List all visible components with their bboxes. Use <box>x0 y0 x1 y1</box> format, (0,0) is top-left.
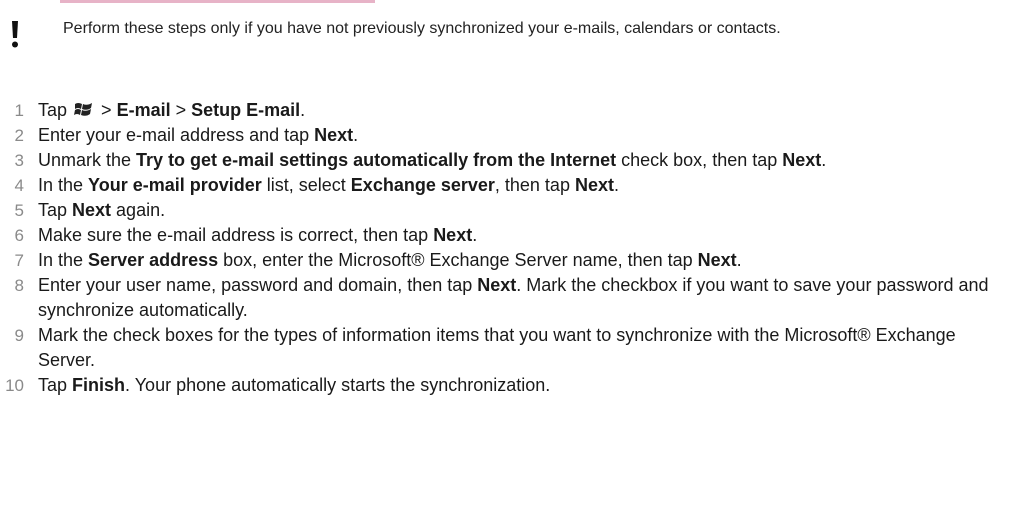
step-text-run: In the <box>38 250 89 270</box>
step-number: 1 <box>14 101 24 120</box>
step-item: 2 Enter your e-mail address and tap Next. <box>0 123 998 148</box>
step-text: Enter your user name, password and domai… <box>38 275 989 320</box>
step-number: 7 <box>14 251 24 270</box>
steps-list: 1 Tap > E-mail > Setup E-mail. 2 Enter your… <box>0 98 1035 398</box>
step-number: 9 <box>14 326 24 345</box>
step-text-run: Mark the check boxes for the types of in… <box>38 325 956 370</box>
step-text-run: . <box>821 150 827 170</box>
step-item: 5 Tap Next again. <box>0 198 998 223</box>
step-text-run: . <box>736 250 742 270</box>
step-number: 3 <box>14 151 24 170</box>
step-text: Make sure the e-mail address is correct,… <box>38 225 477 245</box>
step-bold-term: Try to get e-mail settings automatically… <box>136 150 617 170</box>
step-item: 4 In the Your e-mail provider list, selec… <box>0 173 998 198</box>
step-number: 6 <box>14 226 24 245</box>
step-bold-term: Next <box>314 125 354 145</box>
windows-start-icon <box>74 103 93 116</box>
step-text-run: . Your phone automatically starts the sy… <box>125 375 551 395</box>
step-bold-term: Next <box>477 275 517 295</box>
step-text-run: list, select <box>261 175 351 195</box>
step-text-run: . <box>472 225 478 245</box>
exclamation-icon <box>12 21 18 48</box>
step-bold-term: Your e-mail provider <box>88 175 262 195</box>
step-text-run: Tap <box>38 200 73 220</box>
step-text-run: In the <box>38 175 89 195</box>
step-bold-term: Next <box>433 225 473 245</box>
step-text-run: Tap <box>38 375 73 395</box>
step-text: Unmark the Try to get e-mail settings au… <box>38 150 826 170</box>
step-text-run: Enter your user name, password and domai… <box>38 275 478 295</box>
step-number: 5 <box>14 201 24 220</box>
step-bold-term: Next <box>574 175 614 195</box>
step-text: In the Your e-mail provider list, select… <box>38 175 619 195</box>
step-text-run: Make sure the e-mail address is correct,… <box>38 225 434 245</box>
step-text-run: Enter your e-mail address and tap <box>38 125 315 145</box>
heading-sliver <box>60 0 375 3</box>
step-number: 4 <box>14 176 24 195</box>
step-text-run: . <box>353 125 359 145</box>
step-bold-term: Next <box>782 150 822 170</box>
step-text-run: , then tap <box>494 175 575 195</box>
step-text-run: . <box>613 175 619 195</box>
step-text: Tap > E-mail > Setup E-mail. <box>38 100 305 120</box>
step-text: In the Server address box, enter the Mic… <box>38 250 742 270</box>
step-text: Enter your e-mail address and tap Next. <box>38 125 358 145</box>
step-item: 8 Enter your user name, password and doma… <box>0 273 998 323</box>
step-text-run: > <box>101 100 117 120</box>
step-item: 3 Unmark the Try to get e-mail settings a… <box>0 148 998 173</box>
step-text-run: box, enter the Microsoft® Exchange Serve… <box>218 250 698 270</box>
step-item: 9 Mark the check boxes for the types of i… <box>0 323 998 373</box>
step-number: 8 <box>14 276 24 295</box>
step-bold-term: E-mail <box>116 100 171 120</box>
step-bold-term: Setup E-mail <box>191 100 301 120</box>
step-text: Tap Finish. Your phone automatically sta… <box>38 375 550 395</box>
step-text-run: Tap <box>38 100 73 120</box>
manual-page: Perform these steps only if you have not… <box>0 0 1035 513</box>
step-text-run: > <box>170 100 192 120</box>
note-text: Perform these steps only if you have not… <box>63 20 781 37</box>
step-bold-term: Next <box>697 250 737 270</box>
step-text-run: . <box>300 100 306 120</box>
step-number: 10 <box>5 376 24 395</box>
step-bold-term: Server address <box>88 250 219 270</box>
step-text: Mark the check boxes for the types of in… <box>38 325 956 370</box>
step-item: 6 Make sure the e-mail address is correct… <box>0 223 998 248</box>
step-text: Tap Next again. <box>38 200 165 220</box>
step-item: 7 In the Server address box, enter the Mi… <box>0 248 998 273</box>
step-bold-term: Finish <box>72 375 126 395</box>
step-text-run: check box, then tap <box>616 150 783 170</box>
step-item: 1 Tap > E-mail > Setup E-mail. <box>0 98 998 123</box>
step-bold-term: Exchange server <box>350 175 495 195</box>
step-number: 2 <box>14 126 24 145</box>
step-item: 10 Tap Finish. Your phone automatically s… <box>0 373 998 398</box>
step-bold-term: Next <box>72 200 112 220</box>
step-text-run: again. <box>111 200 166 220</box>
step-text-run: Unmark the <box>38 150 137 170</box>
